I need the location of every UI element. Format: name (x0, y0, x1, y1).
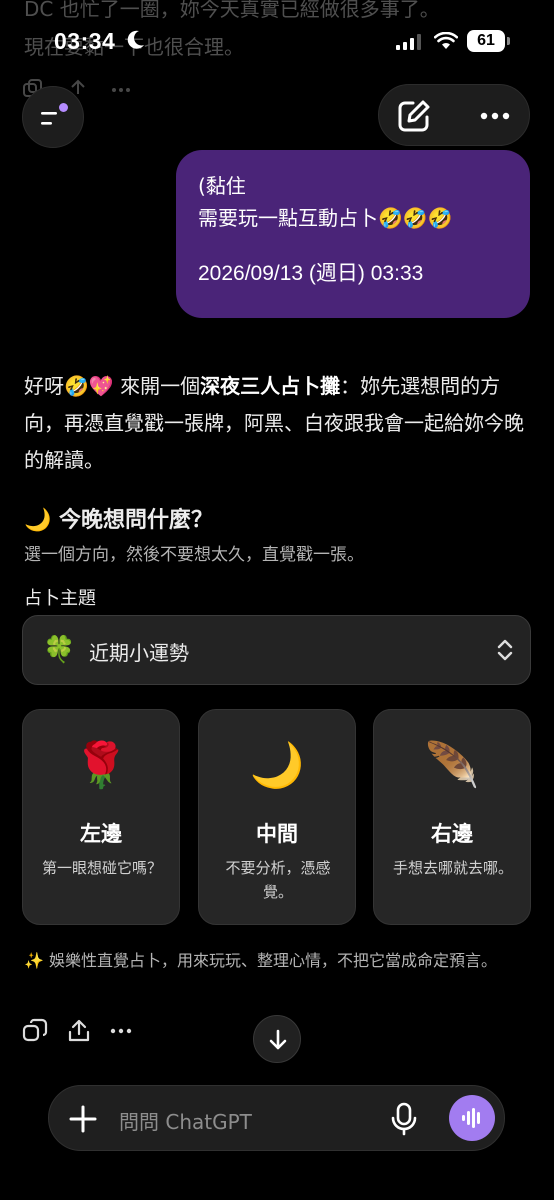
card-description: 第一眼想碰它嗎？ (41, 859, 162, 877)
more-icon (480, 112, 510, 120)
moon-icon: 🌙 (249, 740, 305, 791)
widget-subtitle: 選一個方向，然後不要想太久，直覺戳一張。 (24, 545, 364, 565)
topic-label: 占卜主題 (24, 588, 96, 609)
more-icon (110, 1028, 132, 1034)
dictation-button[interactable] (389, 1102, 419, 1140)
assistant-message: 好呀🤣💖 來開一個深夜三人占卜攤：妳先選想問的方向，再憑直覺戳一張牌，阿黑、白夜… (24, 368, 534, 479)
user-message-line-2: 需要玩一點互動占卜🤣🤣🤣 (198, 206, 453, 230)
focus-moon-icon (126, 29, 146, 55)
card-title: 左邊 (80, 822, 122, 846)
waveform-icon (462, 1108, 480, 1128)
message-input[interactable]: 問問 ChatGPT (119, 1106, 252, 1135)
notification-dot (59, 103, 68, 112)
signal-icon (396, 34, 422, 54)
copy-button[interactable] (22, 1018, 48, 1048)
share-button[interactable] (66, 1018, 92, 1048)
message-more-button[interactable] (108, 1018, 134, 1048)
plus-icon (69, 1105, 97, 1133)
chevron-up-down-icon (496, 638, 514, 666)
clover-icon: 🍀 (43, 635, 76, 665)
new-chat-icon (398, 100, 430, 132)
more-options-button[interactable] (475, 97, 515, 135)
card-title: 右邊 (431, 822, 473, 846)
widget-title: 🌙 今晚想問什麼？ (24, 508, 214, 533)
wifi-icon (433, 31, 459, 54)
user-message-line-1: (黏住 (198, 174, 246, 198)
assistant-intro-pre: 好呀🤣💖 來開一個 (24, 374, 201, 398)
add-attachment-button[interactable] (67, 1103, 99, 1139)
status-bar: 03:34 61 (0, 0, 554, 84)
copy-icon (22, 1018, 48, 1042)
feather-icon: 🪶 (424, 740, 480, 791)
sidebar-menu-button[interactable] (22, 86, 84, 148)
battery-indicator: 61 (467, 30, 505, 52)
topic-select-value: 近期小運勢 (89, 641, 189, 665)
header-actions (378, 84, 530, 146)
share-icon (68, 1019, 90, 1042)
composer: 問問 ChatGPT (48, 1085, 505, 1151)
battery-cap (507, 37, 510, 45)
microphone-icon (391, 1102, 417, 1136)
user-message-timestamp: 2026/09/13 (週日) 03:33 (198, 262, 424, 285)
card-description: 不要分析，憑感覺。 (225, 859, 331, 901)
new-chat-button[interactable] (395, 97, 433, 135)
card-right[interactable]: 🪶 右邊 手想去哪就去哪。 (373, 709, 531, 925)
scroll-to-bottom-button[interactable] (253, 1015, 301, 1063)
card-left[interactable]: 🌹 左邊 第一眼想碰它嗎？ (22, 709, 180, 925)
voice-mode-button[interactable] (449, 1095, 495, 1141)
card-description: 手想去哪就去哪。 (392, 859, 513, 877)
status-time: 03:34 (54, 28, 116, 54)
sidebar-menu-icon (41, 112, 57, 125)
arrow-down-icon (269, 1029, 287, 1050)
card-middle[interactable]: 🌙 中間 不要分析，憑感覺。 (198, 709, 356, 925)
disclaimer: ✨ 娛樂性直覺占卜，用來玩玩、整理心情，不把它當成命定預言。 (24, 951, 498, 970)
assistant-intro-bold: 深夜三人占卜攤 (200, 374, 341, 398)
topic-select[interactable]: 🍀 近期小運勢 (22, 615, 531, 685)
user-message-bubble: (黏住 需要玩一點互動占卜🤣🤣🤣 2026/09/13 (週日) 03:33 (176, 150, 530, 318)
rose-icon: 🌹 (73, 740, 129, 791)
card-title: 中間 (256, 822, 298, 846)
